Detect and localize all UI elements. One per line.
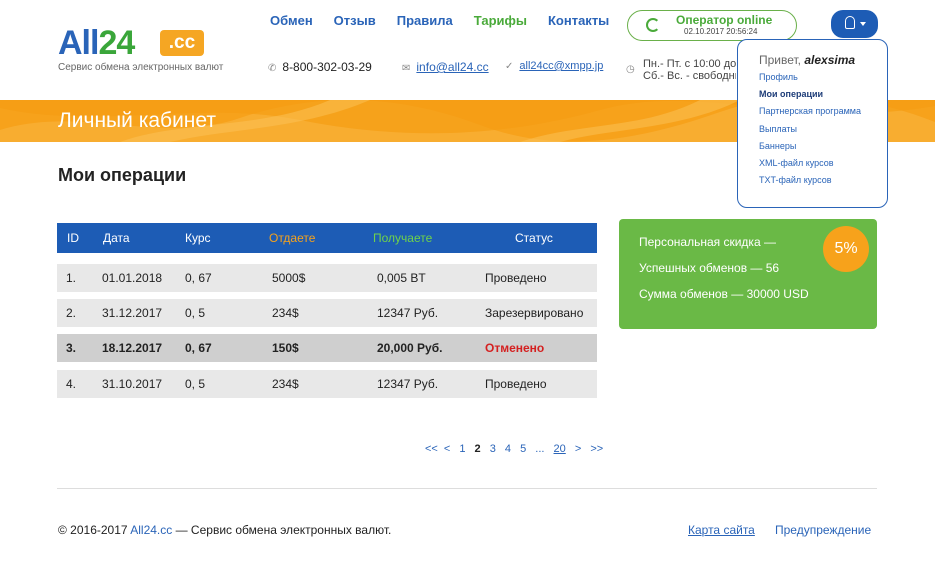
table-header: ID Дата Курс Отдаете Получаете Статус	[57, 223, 597, 253]
exchange-sum: Сумма обменов — 30000 USD	[639, 287, 809, 301]
chevron-down-icon	[860, 22, 866, 26]
email-link[interactable]: info@all24.cc	[416, 60, 488, 74]
logo[interactable]: All24 .cc Сервис обмена электронных валю…	[58, 24, 223, 74]
col-rate: Курс	[185, 231, 211, 245]
dropdown-items: Профиль Мои операции Партнерская програм…	[759, 72, 861, 192]
stats-card: Персональная скидка — Успешных обменов —…	[619, 219, 877, 329]
footer-brand-link[interactable]: All24.cc	[130, 523, 172, 537]
logo-domain-badge: .cc	[160, 30, 204, 56]
operator-time: 02.10.2017 20:56:24	[684, 27, 758, 36]
page-current: 2	[474, 443, 481, 455]
status-text: Проведено	[485, 377, 547, 391]
menu-item-txt-rates[interactable]: TXT-файл курсов	[759, 175, 861, 192]
discount-badge: 5%	[823, 226, 869, 272]
discount-label: Персональная скидка —	[639, 235, 776, 249]
phone-icon: ✆	[268, 63, 277, 74]
user-menu-button[interactable]	[831, 10, 878, 38]
xmpp-icon: ✓	[505, 61, 514, 72]
working-hours: ◷ Пн.- Пт. с 10:00 до 2 Сб.- Вс. - свобо…	[626, 58, 736, 82]
user-icon	[845, 16, 855, 29]
page-last[interactable]: >>	[590, 443, 603, 455]
table-row[interactable]: 2. 31.12.2017 0, 5 234$ 12347 Руб. Зарез…	[57, 299, 597, 327]
footer-copyright: © 2016-2017 All24.cc — Сервис обмена эле…	[58, 523, 392, 537]
user-dropdown-menu: Привет, alexsima Профиль Мои операции Па…	[737, 39, 888, 208]
status-text: Проведено	[485, 271, 547, 285]
page-prev[interactable]: <	[444, 443, 450, 455]
contact-email: ✉ info@all24.cc	[402, 60, 489, 74]
page-link[interactable]: 1	[459, 443, 465, 455]
table-row[interactable]: 1. 01.01.2018 0, 67 5000$ 0,005 BT Прове…	[57, 264, 597, 292]
warning-link[interactable]: Предупреждение	[775, 523, 871, 537]
status-text: Отменено	[485, 341, 545, 355]
menu-item-banners[interactable]: Баннеры	[759, 141, 861, 158]
xmpp-link[interactable]: all24cc@xmpp.jp	[519, 60, 603, 72]
status-text: Зарезервировано	[485, 306, 584, 320]
page-link[interactable]: 5	[520, 443, 526, 455]
sitemap-link[interactable]: Карта сайта	[688, 523, 755, 537]
col-id: ID	[67, 231, 79, 245]
success-count: Успешных обменов — 56	[639, 261, 780, 275]
nav-tariffs[interactable]: Тарифы	[474, 13, 527, 28]
page-ellipsis: ...	[535, 443, 545, 455]
menu-item-payouts[interactable]: Выплаты	[759, 124, 861, 141]
nav-contacts[interactable]: Контакты	[548, 13, 609, 28]
contact-phone: ✆ 8-800-302-03-29	[268, 60, 372, 74]
main-nav: Обмен Отзыв Правила Тарифы Контакты	[270, 13, 609, 28]
page-title: Мои операции	[58, 165, 187, 185]
page-link[interactable]: 20	[554, 443, 566, 455]
headset-icon	[646, 18, 660, 32]
nav-exchange[interactable]: Обмен	[270, 13, 313, 28]
menu-item-xml-rates[interactable]: XML-файл курсов	[759, 158, 861, 175]
footer-divider	[57, 488, 877, 489]
banner-title: Личный кабинет	[58, 109, 216, 132]
page-first[interactable]: <<	[425, 443, 438, 455]
logo-tagline: Сервис обмена электронных валют	[58, 62, 224, 73]
page-link[interactable]: 4	[505, 443, 511, 455]
col-status: Статус	[515, 231, 553, 245]
pagination: << < 1 2 3 4 5 ... 20 > >>	[425, 443, 609, 455]
col-give: Отдаете	[269, 231, 316, 245]
col-receive: Получаете	[373, 231, 433, 245]
operator-online-button[interactable]: Оператор online 02.10.2017 20:56:24	[627, 10, 797, 41]
menu-item-affiliate[interactable]: Партнерская программа	[759, 106, 861, 123]
table-row[interactable]: 4. 31.10.2017 0, 5 234$ 12347 Руб. Прове…	[57, 370, 597, 398]
nav-rules[interactable]: Правила	[397, 13, 453, 28]
contact-xmpp: ✓ all24cc@xmpp.jp	[505, 60, 603, 72]
mail-icon: ✉	[402, 63, 411, 74]
table-row-highlighted[interactable]: 3. 18.12.2017 0, 67 150$ 20,000 Руб. Отм…	[57, 334, 597, 362]
dropdown-username: alexsima	[804, 53, 856, 67]
page-next[interactable]: >	[575, 443, 581, 455]
page-link[interactable]: 3	[490, 443, 496, 455]
col-date: Дата	[103, 231, 130, 245]
menu-item-my-operations[interactable]: Мои операции	[759, 89, 861, 106]
operator-title: Оператор online	[676, 13, 773, 27]
nav-review[interactable]: Отзыв	[334, 13, 376, 28]
logo-wordmark: All24	[58, 24, 135, 62]
dropdown-greeting: Привет, alexsima	[759, 53, 856, 67]
page: All24 .cc Сервис обмена электронных валю…	[0, 0, 935, 577]
clock-icon: ◷	[626, 64, 635, 75]
menu-item-profile[interactable]: Профиль	[759, 72, 861, 89]
